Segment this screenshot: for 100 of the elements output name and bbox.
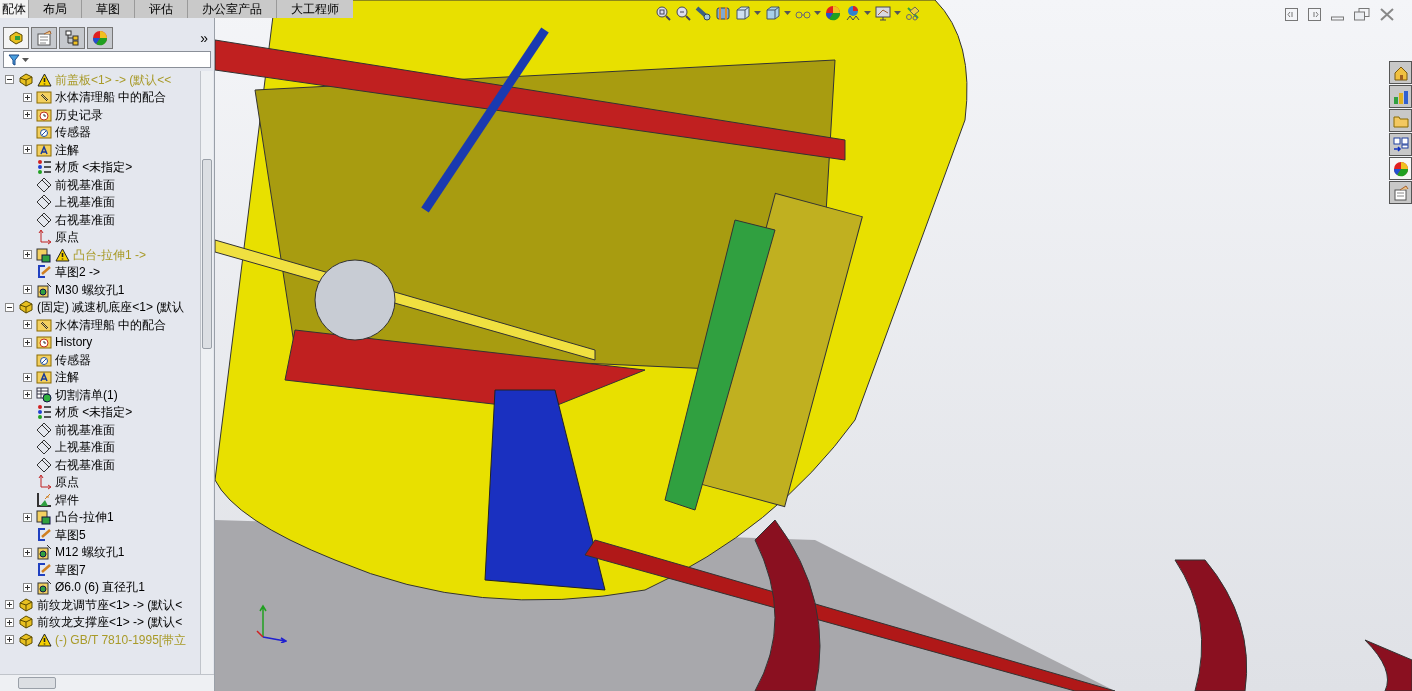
expand-toggle[interactable]: [23, 110, 32, 120]
tree-item-label[interactable]: 上视基准面: [55, 441, 115, 454]
tree-item-label[interactable]: 原点: [55, 476, 79, 489]
tree-item-label[interactable]: (固定) 减速机底座<1> (默认: [37, 301, 185, 314]
tree-item-label[interactable]: 前视基准面: [55, 178, 115, 191]
task-pane-tab[interactable]: [1389, 109, 1412, 132]
view-orientation-icon[interactable]: [735, 5, 751, 21]
expand-toggle[interactable]: [23, 512, 32, 522]
folder-clock-icon: [36, 334, 52, 351]
caret-icon[interactable]: [894, 11, 901, 15]
expand-toggle[interactable]: [23, 547, 32, 557]
zoom-fit-icon[interactable]: [655, 5, 671, 21]
tree-item-label[interactable]: M12 螺纹孔1: [55, 546, 125, 559]
tree-item-label[interactable]: History: [55, 336, 93, 349]
expand-toggle[interactable]: [23, 372, 32, 382]
monitor-icon[interactable]: [875, 5, 891, 21]
scene-icon[interactable]: [845, 5, 861, 21]
tree-item-label[interactable]: 右视基准面: [55, 458, 115, 471]
expand-toggle[interactable]: [5, 600, 14, 610]
property-manager-icon: [36, 30, 52, 46]
tree-item-label[interactable]: 注解: [55, 371, 79, 384]
close-icon[interactable]: [1380, 8, 1394, 21]
panel-tab[interactable]: [3, 27, 29, 49]
tree-item-label[interactable]: 前纹龙调节座<1> -> (默认<: [37, 598, 183, 611]
caret-icon[interactable]: [864, 11, 871, 15]
more-button[interactable]: »: [200, 31, 211, 45]
feature-manager-icon: [8, 30, 24, 46]
expand-toggle[interactable]: [5, 617, 14, 627]
task-pane-tab[interactable]: [1389, 181, 1412, 204]
panel-tab[interactable]: [31, 27, 57, 49]
vertical-scrollbar[interactable]: [200, 71, 213, 674]
expand-toggle[interactable]: [23, 92, 32, 102]
tree-item-label[interactable]: 上视基准面: [55, 196, 115, 209]
expand-toggle[interactable]: [23, 250, 32, 260]
panel-tab[interactable]: [87, 27, 113, 49]
tree-item-label[interactable]: Ø6.0 (6) 直径孔1: [55, 581, 146, 594]
tree-item-label[interactable]: 凸台-拉伸1: [55, 511, 114, 524]
command-tab[interactable]: 草图: [82, 0, 134, 18]
plane-icon: [36, 439, 52, 456]
task-pane-tab[interactable]: [1389, 61, 1412, 84]
command-tab[interactable]: 评估: [135, 0, 187, 18]
tree-item-label[interactable]: 切割清单(1): [55, 388, 118, 401]
tree-item-label[interactable]: 注解: [55, 143, 79, 156]
tree-item-label[interactable]: 前纹龙支撑座<1> -> (默认<: [37, 616, 183, 629]
scrollbar-thumb[interactable]: [18, 677, 56, 689]
task-pane-tab[interactable]: [1389, 157, 1412, 180]
library-icon: [1392, 88, 1409, 105]
tree-item-label[interactable]: 原点: [55, 231, 79, 244]
expand-toggle[interactable]: [5, 635, 14, 645]
expand-toggle[interactable]: [5, 302, 14, 312]
appearance-icon[interactable]: [825, 5, 841, 21]
section-view-icon[interactable]: [715, 5, 731, 21]
expand-toggle[interactable]: [23, 390, 32, 400]
axis-triad-icon: [255, 603, 287, 643]
filter-field[interactable]: [3, 51, 211, 68]
tree-item-label[interactable]: 草图2 ->: [55, 266, 100, 279]
tree-item-label[interactable]: 历史记录: [55, 108, 103, 121]
appearance-manager-icon: [92, 30, 108, 46]
tree-item-label[interactable]: 右视基准面: [55, 213, 115, 226]
caret-icon[interactable]: [814, 11, 821, 15]
expand-toggle[interactable]: [5, 75, 14, 85]
command-tab[interactable]: 布局: [29, 0, 81, 18]
caret-icon[interactable]: [22, 57, 29, 62]
tree-item-label[interactable]: M30 螺纹孔1: [55, 283, 125, 296]
tree-item-label[interactable]: 水体清理船 中的配合: [55, 318, 167, 331]
tree-item-label[interactable]: 前视基准面: [55, 423, 115, 436]
display-style-icon[interactable]: [765, 5, 781, 21]
zoom-area-icon[interactable]: [675, 5, 691, 21]
sketch-icon: [36, 264, 52, 281]
caret-icon[interactable]: [784, 11, 791, 15]
panel-tab[interactable]: [59, 27, 85, 49]
expand-toggle[interactable]: [23, 337, 32, 347]
tree-item-label[interactable]: 水体清理船 中的配合: [55, 91, 167, 104]
command-tab[interactable]: 大工程师: [277, 0, 353, 18]
caret-icon[interactable]: [754, 11, 761, 15]
tree-item-label[interactable]: 草图7: [55, 563, 86, 576]
hole-icon: [36, 544, 52, 561]
tree-item-label[interactable]: 传感器: [55, 353, 91, 366]
tree-item-label[interactable]: 焊件: [55, 493, 79, 506]
horizontal-scrollbar[interactable]: [0, 674, 214, 691]
hole-icon: [36, 579, 52, 596]
configuration-manager-icon: [64, 30, 80, 46]
task-pane-tab[interactable]: [1389, 133, 1412, 156]
tree-item-label[interactable]: 材质 <未指定>: [55, 161, 133, 174]
expand-toggle[interactable]: [23, 145, 32, 155]
task-pane-tab[interactable]: [1389, 85, 1412, 108]
restore-icon[interactable]: [1354, 8, 1370, 21]
tile-right-icon[interactable]: [1308, 8, 1321, 21]
command-tab[interactable]: 配体: [0, 0, 28, 18]
expand-toggle[interactable]: [23, 285, 32, 295]
tree-item-label[interactable]: 材质 <未指定>: [55, 406, 133, 419]
scrollbar-thumb[interactable]: [202, 159, 212, 349]
plane-icon: [36, 456, 52, 473]
folder-letter-icon: [36, 369, 52, 386]
expand-toggle[interactable]: [23, 582, 32, 592]
tree-item-label[interactable]: 传感器: [55, 126, 91, 139]
expand-toggle[interactable]: [23, 320, 32, 330]
tree-item-label[interactable]: 草图5: [55, 528, 86, 541]
tile-left-icon[interactable]: [1285, 8, 1298, 21]
command-tab[interactable]: 办公室产品: [188, 0, 276, 18]
